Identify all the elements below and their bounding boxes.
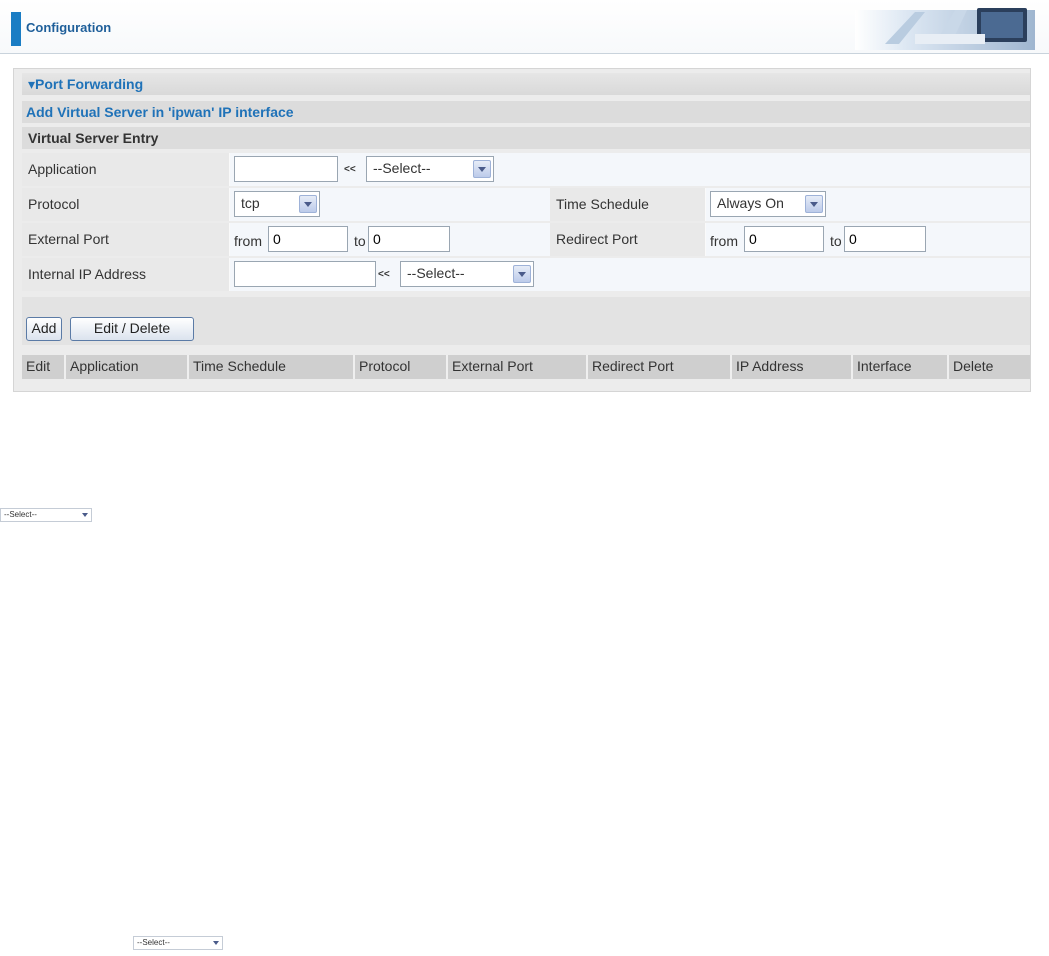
internal-ip-row: Internal IP Address << --Select-- <box>22 258 1030 291</box>
time-schedule-field-cell: Always On <box>706 188 1030 221</box>
column-header-edit: Edit <box>22 355 66 379</box>
chevron-down-icon <box>473 160 491 178</box>
external-port-from-input[interactable] <box>268 226 348 252</box>
loose-select-1[interactable]: --Select-- <box>0 508 92 522</box>
protocol-select-value: tcp <box>241 195 260 211</box>
page-header: Configuration <box>0 0 1049 54</box>
button-bar: Add Edit / Delete <box>22 297 1030 345</box>
protocol-label: Protocol <box>22 188 230 221</box>
time-schedule-select-value: Always On <box>717 195 784 211</box>
edit-delete-button[interactable]: Edit / Delete <box>70 317 194 341</box>
external-port-label: External Port <box>22 223 230 256</box>
chevron-down-icon <box>513 265 531 283</box>
application-row: Application << --Select-- <box>22 153 1030 186</box>
loose-select-2[interactable]: --Select-- <box>133 936 223 950</box>
chevron-down-icon <box>299 195 317 213</box>
column-header-protocol: Protocol <box>355 355 448 379</box>
column-header-redirect-port: Redirect Port <box>588 355 732 379</box>
redirect-port-label: Redirect Port <box>550 223 706 256</box>
redirect-port-to-input[interactable] <box>844 226 926 252</box>
redirect-port-from-input[interactable] <box>744 226 824 252</box>
column-header-application: Application <box>66 355 189 379</box>
loose-select-1-value: --Select-- <box>4 510 37 519</box>
protocol-row: Protocol tcp Time Schedule Always On <box>22 188 1030 221</box>
internal-ip-field-cell: << --Select-- <box>230 258 1030 291</box>
redirect-port-to-label: to <box>830 233 842 249</box>
header-accent-bar <box>11 12 21 46</box>
chevron-down-icon <box>211 938 221 948</box>
external-port-from-label: from <box>234 233 262 249</box>
column-header-time-schedule: Time Schedule <box>189 355 355 379</box>
column-header-interface: Interface <box>853 355 949 379</box>
external-port-field-cell: from to <box>230 223 550 256</box>
column-header-ip-address: IP Address <box>732 355 853 379</box>
chevron-down-icon <box>805 195 823 213</box>
application-select-value: --Select-- <box>373 160 431 176</box>
port-forwarding-panel: ▾Port Forwarding Add Virtual Server in '… <box>13 68 1031 392</box>
redirect-port-from-label: from <box>710 233 738 249</box>
virtual-server-entry-heading: Virtual Server Entry <box>22 127 1030 149</box>
loose-select-2-value: --Select-- <box>137 938 170 947</box>
external-port-to-input[interactable] <box>368 226 450 252</box>
application-label: Application <box>22 153 230 186</box>
application-select[interactable]: --Select-- <box>366 156 494 182</box>
time-schedule-select[interactable]: Always On <box>710 191 826 217</box>
internal-ip-input[interactable] <box>234 261 376 287</box>
internal-ip-select-value: --Select-- <box>407 265 465 281</box>
header-banner-graphic <box>855 8 1035 50</box>
redirect-port-field-cell: from to <box>706 223 1030 256</box>
internal-ip-label: Internal IP Address <box>22 258 230 291</box>
external-port-to-label: to <box>354 233 366 249</box>
internal-ip-separator: << <box>378 269 390 280</box>
virtual-server-table-header: Edit Application Time Schedule Protocol … <box>22 355 1030 379</box>
application-input[interactable] <box>234 156 338 182</box>
add-button[interactable]: Add <box>26 317 62 341</box>
page-title: Configuration <box>26 20 112 35</box>
chevron-down-icon <box>80 510 90 520</box>
application-separator: << <box>344 164 356 175</box>
application-field-cell: << --Select-- <box>230 153 1030 186</box>
internal-ip-select[interactable]: --Select-- <box>400 261 534 287</box>
port-row: External Port from to Redirect Port from… <box>22 223 1030 256</box>
column-header-delete: Delete <box>953 358 994 374</box>
section-header-port-forwarding[interactable]: ▾Port Forwarding <box>22 73 1030 95</box>
column-header-external-port: External Port <box>448 355 588 379</box>
protocol-field-cell: tcp <box>230 188 550 221</box>
protocol-select[interactable]: tcp <box>234 191 320 217</box>
time-schedule-label: Time Schedule <box>550 188 706 221</box>
virtual-server-subtitle: Add Virtual Server in 'ipwan' IP interfa… <box>22 101 1030 123</box>
